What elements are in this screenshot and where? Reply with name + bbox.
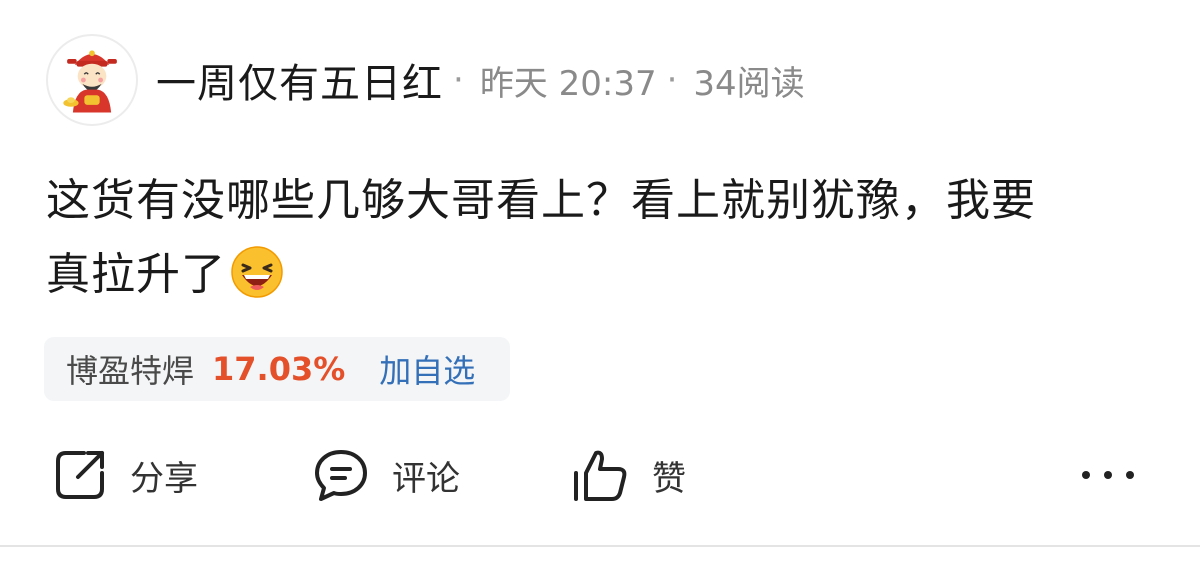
post-content[interactable]: 这货有没哪些几够大哥看上？看上就别犹豫，我要真拉升了 — [46, 164, 1056, 312]
like-label: 赞 — [652, 458, 686, 499]
more-dots-icon[interactable] — [1082, 458, 1134, 492]
stock-tag[interactable]: 博盈特焊 17.03% 加自选 — [44, 337, 510, 401]
share-label: 分享 — [130, 458, 198, 499]
meta-separator: · — [453, 60, 464, 100]
author-line: 一周仅有五日红 · 昨天 20:37 · 34阅读 — [156, 52, 805, 108]
comment-label: 评论 — [392, 458, 460, 499]
meta-separator: · — [666, 60, 678, 100]
thumbs-up-icon — [574, 450, 627, 501]
author-name[interactable]: 一周仅有五日红 — [156, 51, 443, 109]
dot — [1082, 471, 1090, 479]
add-to-watchlist-button[interactable]: 加自选 — [379, 346, 475, 392]
like-button[interactable]: 赞 — [570, 440, 686, 510]
dot — [1104, 471, 1112, 479]
comment-icon — [315, 450, 367, 501]
stock-name[interactable]: 博盈特焊 — [66, 346, 194, 392]
comment-button[interactable]: 评论 — [312, 440, 460, 510]
post-card: 一周仅有五日红 · 昨天 20:37 · 34阅读 这货有没哪些几够大哥看上？看… — [0, 0, 1200, 573]
laughing-emoji-icon — [230, 245, 284, 299]
author-avatar[interactable] — [46, 34, 138, 126]
share-icon — [56, 451, 104, 499]
caishen-avatar-icon — [63, 50, 117, 113]
share-button[interactable]: 分享 — [52, 440, 198, 510]
stock-change: 17.03% — [212, 350, 346, 388]
post-time: 昨天 20:37 — [479, 63, 657, 104]
action-bar: 分享 评论 赞 — [0, 440, 1200, 510]
divider — [0, 545, 1200, 547]
post-text: 这货有没哪些几够大哥看上？看上就别犹豫，我要真拉升了 — [46, 175, 1036, 300]
read-count: 34阅读 — [693, 63, 805, 104]
dot — [1126, 471, 1134, 479]
